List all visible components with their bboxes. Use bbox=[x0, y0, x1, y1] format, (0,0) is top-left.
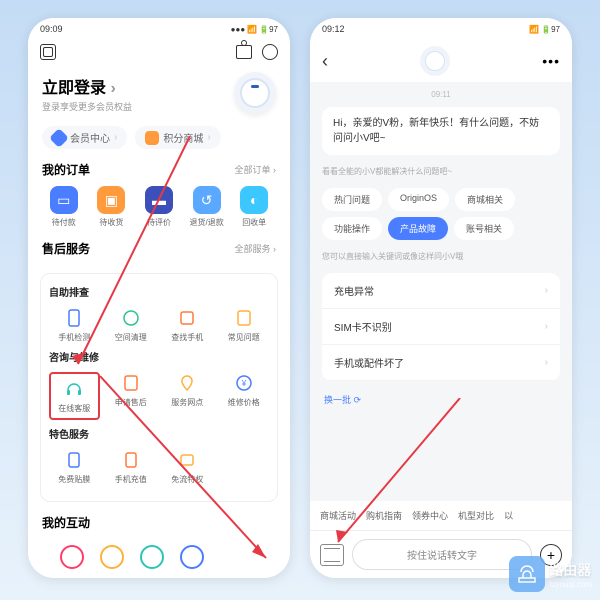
faq-icon bbox=[233, 307, 255, 329]
status-bar: 09:09 ●●●📶🔋97 bbox=[28, 18, 290, 40]
aftersale-link[interactable]: 全部服务 bbox=[234, 242, 276, 255]
bchip-5[interactable]: 以 bbox=[504, 509, 513, 522]
order-recycle[interactable]: ◐回收单 bbox=[232, 186, 276, 228]
special-topup[interactable]: 手机充值 bbox=[106, 449, 157, 485]
chip-hint: 看看全能的小V都能解决什么问题吧~ bbox=[322, 166, 560, 177]
coin-icon bbox=[145, 131, 159, 145]
orders-title: 我的订单 bbox=[42, 161, 90, 178]
self-clean[interactable]: 空间清理 bbox=[106, 307, 157, 343]
wallet-icon: ▭ bbox=[50, 186, 78, 214]
message-icon[interactable] bbox=[262, 44, 278, 60]
phone-icon bbox=[63, 307, 85, 329]
chat-icon: ▬ bbox=[145, 186, 173, 214]
interact-item-3[interactable] bbox=[140, 545, 164, 569]
chip-hot[interactable]: 热门问题 bbox=[322, 188, 382, 211]
self-phone-check[interactable]: 手机检测 bbox=[49, 307, 100, 343]
diamond-icon bbox=[49, 128, 69, 148]
interact-item-2[interactable] bbox=[100, 545, 124, 569]
chat-area: 09:11 Hi，亲爱的V粉，新年快乐！有什么问题，不妨问问小V吧~ 看看全能的… bbox=[310, 82, 572, 501]
bchip-3[interactable]: 领券中心 bbox=[412, 509, 448, 522]
bchip-4[interactable]: 机型对比 bbox=[458, 509, 494, 522]
interact-item-4[interactable] bbox=[180, 545, 204, 569]
login-title: 立即登录 bbox=[42, 74, 132, 98]
phone-left: 09:09 ●●●📶🔋97 立即登录 登录享受更多会员权益 会员中心› 积分商城… bbox=[28, 18, 290, 578]
router-icon bbox=[509, 556, 545, 592]
chip-originos[interactable]: OriginOS bbox=[388, 188, 449, 211]
status-time: 09:12 bbox=[322, 24, 345, 34]
recycle-icon: ◐ bbox=[240, 186, 268, 214]
chat-timestamp: 09:11 bbox=[322, 90, 560, 99]
consult-location[interactable]: 服务网点 bbox=[162, 372, 213, 420]
apply-icon bbox=[120, 372, 142, 394]
orders-link[interactable]: 全部订单 bbox=[234, 163, 276, 176]
status-icons: ●●●📶🔋97 bbox=[231, 25, 278, 34]
pill-points[interactable]: 积分商城› bbox=[135, 126, 220, 149]
quick-charging[interactable]: 充电异常 bbox=[322, 273, 560, 309]
interact-section: 我的互动 bbox=[28, 506, 290, 578]
pill-member[interactable]: 会员中心› bbox=[42, 126, 127, 149]
voice-input[interactable]: 按住说话转文字 bbox=[352, 539, 532, 570]
status-time: 09:09 bbox=[40, 24, 63, 34]
bottom-chips: 商城活动 购机指南 领券中心 机型对比 以 bbox=[310, 501, 572, 530]
quick-list: 充电异常 SIM卡不识别 手机或配件坏了 bbox=[322, 273, 560, 381]
aftersale-section: 售后服务 全部服务 bbox=[28, 232, 290, 269]
quick-sim[interactable]: SIM卡不识别 bbox=[322, 309, 560, 345]
top-bar bbox=[28, 40, 290, 64]
avatar[interactable] bbox=[234, 72, 276, 114]
cart-icon[interactable] bbox=[236, 45, 252, 59]
more-icon[interactable]: ••• bbox=[542, 53, 560, 69]
self-find[interactable]: 查找手机 bbox=[162, 307, 213, 343]
chip-fault[interactable]: 产品故障 bbox=[388, 217, 448, 240]
consult-apply[interactable]: 申请售后 bbox=[106, 372, 157, 420]
order-pending-review[interactable]: ▬待评价 bbox=[137, 186, 181, 228]
login-subtitle: 登录享受更多会员权益 bbox=[42, 100, 132, 113]
film-icon bbox=[63, 449, 85, 471]
status-bar: 09:12 📶🔋97 bbox=[310, 18, 572, 40]
chip-function[interactable]: 功能操作 bbox=[322, 217, 382, 240]
interact-title: 我的互动 bbox=[42, 514, 90, 531]
location-icon bbox=[176, 372, 198, 394]
settings-icon[interactable] bbox=[40, 44, 56, 60]
login-section[interactable]: 立即登录 登录享受更多会员权益 bbox=[28, 64, 290, 122]
chat-header: ‹ ••• bbox=[310, 40, 572, 82]
aftersale-card: 自助排查 手机检测 空间清理 查找手机 常见问题 咨询与维修 在线客服 申请售后… bbox=[40, 273, 278, 502]
price-icon: ¥ bbox=[233, 372, 255, 394]
clean-icon bbox=[120, 307, 142, 329]
phone-right: 09:12 📶🔋97 ‹ ••• 09:11 Hi，亲爱的V粉，新年快乐！有什么… bbox=[310, 18, 572, 578]
aftersale-title: 售后服务 bbox=[42, 240, 90, 257]
quick-hint: 您可以直接输入关键词或像这样问小V哦 bbox=[322, 251, 560, 262]
interact-item-1[interactable] bbox=[60, 545, 84, 569]
box-icon: ▣ bbox=[97, 186, 125, 214]
order-pending-receive[interactable]: ▣待收货 bbox=[90, 186, 134, 228]
self-faq[interactable]: 常见问题 bbox=[219, 307, 270, 343]
refund-icon: ↺ bbox=[193, 186, 221, 214]
chip-account[interactable]: 账号相关 bbox=[454, 217, 514, 240]
svg-text:¥: ¥ bbox=[241, 379, 247, 388]
order-refund[interactable]: ↺退货/退款 bbox=[185, 186, 229, 228]
keyboard-icon[interactable] bbox=[320, 544, 344, 566]
status-icons: 📶🔋97 bbox=[529, 25, 560, 34]
bchip-1[interactable]: 商城活动 bbox=[320, 509, 356, 522]
consult-price[interactable]: ¥维修价格 bbox=[219, 372, 270, 420]
headset-icon bbox=[63, 378, 85, 400]
watermark: 路由器luyouqi.com bbox=[509, 556, 592, 592]
special-data[interactable]: 免流特权 bbox=[162, 449, 213, 485]
topup-icon bbox=[120, 449, 142, 471]
find-icon bbox=[176, 307, 198, 329]
greeting-bubble: Hi，亲爱的V粉，新年快乐！有什么问题，不妨问问小V吧~ bbox=[322, 107, 560, 155]
chip-mall[interactable]: 商城相关 bbox=[455, 188, 515, 211]
back-icon[interactable]: ‹ bbox=[322, 51, 328, 72]
topic-chips: 热门问题 OriginOS 商城相关 功能操作 产品故障 账号相关 bbox=[322, 188, 560, 240]
special-film[interactable]: 免费贴膜 bbox=[49, 449, 100, 485]
bchip-2[interactable]: 购机指南 bbox=[366, 509, 402, 522]
bot-avatar bbox=[420, 46, 450, 76]
refresh-link[interactable]: 换一批 ⟳ bbox=[322, 389, 560, 410]
orders-section: 我的订单 全部订单 ▭待付款 ▣待收货 ▬待评价 ↺退货/退款 ◐回收单 bbox=[28, 153, 290, 232]
order-pending-pay[interactable]: ▭待付款 bbox=[42, 186, 86, 228]
consult-online[interactable]: 在线客服 bbox=[49, 372, 100, 420]
quick-broken[interactable]: 手机或配件坏了 bbox=[322, 345, 560, 381]
data-icon bbox=[176, 449, 198, 471]
